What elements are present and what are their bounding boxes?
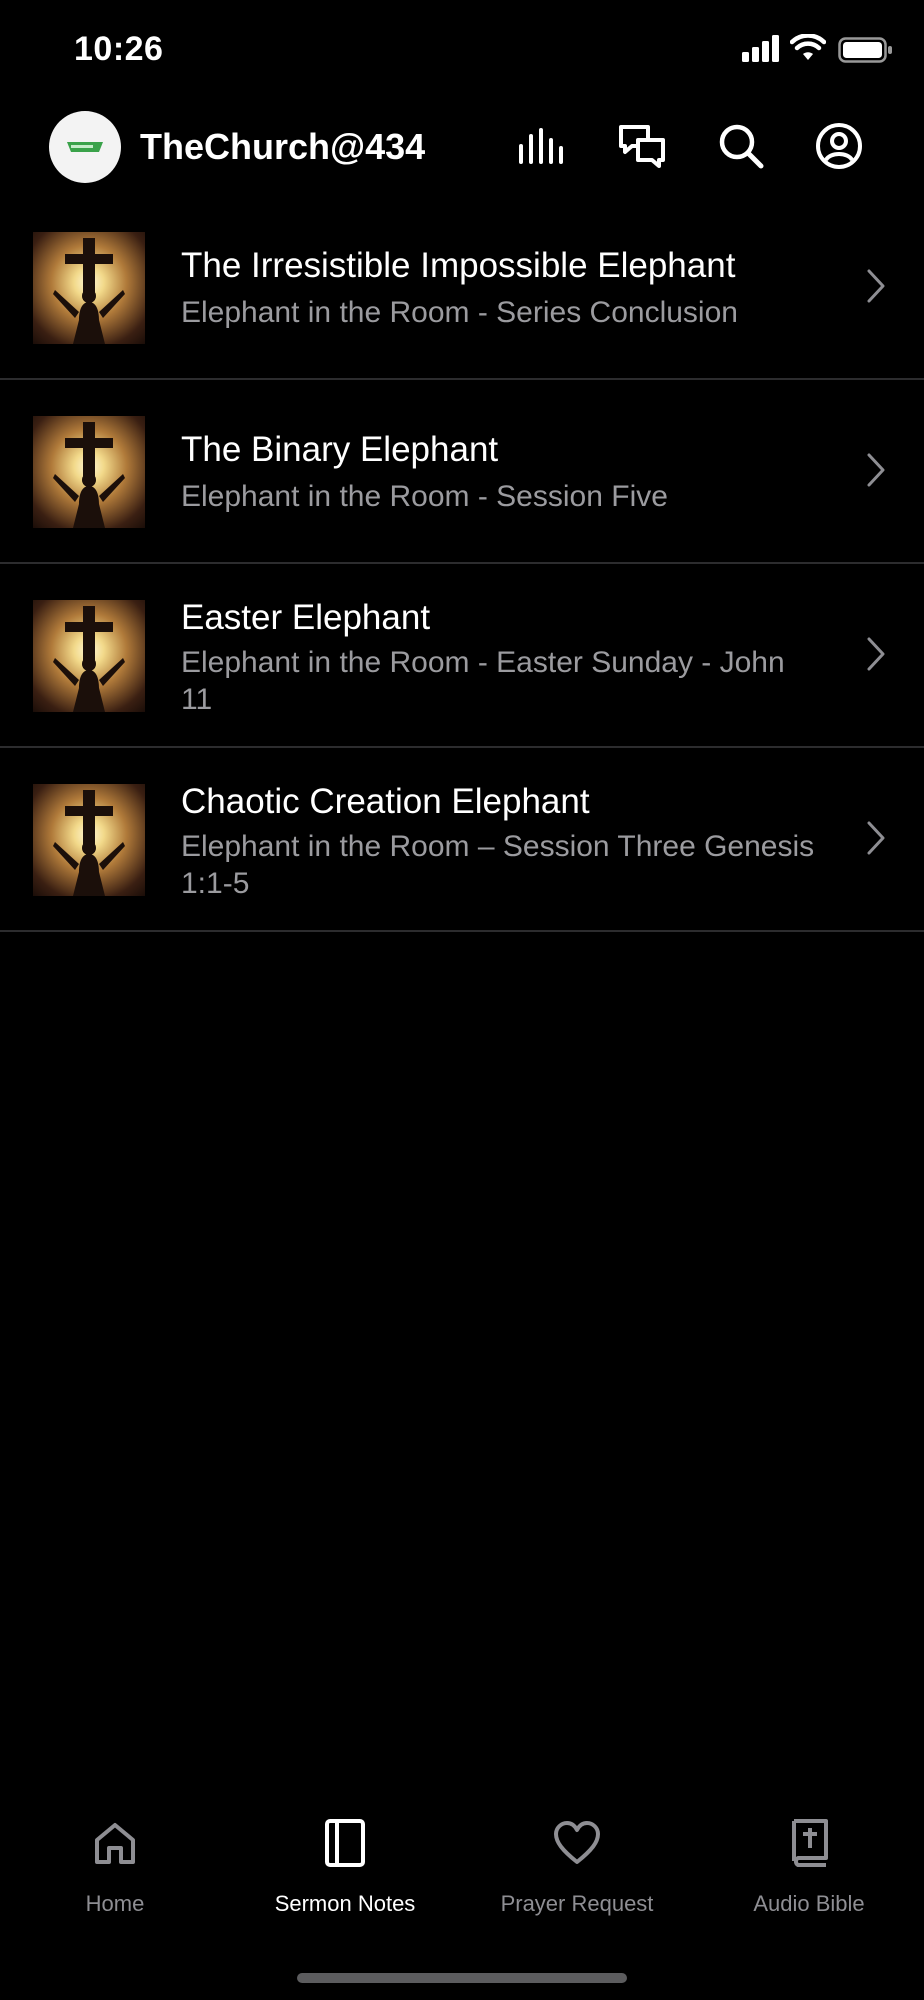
sermon-subtitle: Elephant in the Room - Easter Sunday - J…	[181, 646, 785, 716]
home-icon	[95, 1823, 135, 1864]
sermon-thumbnail	[33, 600, 145, 712]
wifi-icon	[790, 34, 826, 60]
chat-bubbles-icon	[619, 125, 665, 168]
sermon-thumbnail	[33, 784, 145, 896]
search-icon	[719, 124, 764, 169]
chevron-right-icon	[867, 269, 885, 303]
status-bar: 10:26	[0, 0, 924, 100]
sermon-row[interactable]: Easter Elephant Elephant in the Room - E…	[0, 564, 924, 748]
tab-prayer-request[interactable]: Prayer Request	[462, 1815, 692, 1917]
cross-worship-image	[53, 790, 125, 896]
app-header: TheChurch@434	[0, 108, 924, 188]
sermon-title: Chaotic Creation Elephant	[181, 782, 590, 821]
tab-sermon-notes-label: Sermon Notes	[274, 1891, 416, 1916]
sermon-thumbnail	[33, 232, 145, 344]
account-icon	[816, 123, 862, 169]
status-time: 10:26	[74, 30, 164, 68]
chevron-right-icon	[867, 821, 885, 855]
sermon-title: The Binary Elephant	[181, 430, 499, 469]
cross-worship-image	[53, 606, 125, 712]
sermon-row[interactable]: The Binary Elephant Elephant in the Room…	[0, 380, 924, 564]
chevron-right-icon	[867, 637, 885, 671]
cellular-signal-icon	[742, 35, 779, 62]
sermon-thumbnail	[33, 416, 145, 528]
sermon-subtitle: Elephant in the Room – Session Three Gen…	[181, 830, 815, 900]
sermon-subtitle: Elephant in the Room - Session Five	[181, 480, 668, 513]
audio-levels-button[interactable]	[515, 118, 571, 174]
home-indicator[interactable]	[297, 1973, 627, 1983]
tab-audio-bible-label: Audio Bible	[753, 1891, 865, 1916]
chat-button[interactable]	[614, 118, 670, 174]
heart-icon	[554, 1821, 600, 1864]
sermon-title: The Irresistible Impossible Elephant	[181, 246, 736, 285]
tab-home-label: Home	[85, 1891, 145, 1916]
sermon-subtitle: Elephant in the Room - Series Conclusion	[181, 296, 738, 329]
account-button[interactable]	[811, 118, 867, 174]
church-logo-icon	[67, 142, 103, 152]
church-logo-avatar[interactable]	[49, 111, 121, 183]
sermon-title: Easter Elephant	[181, 598, 431, 637]
tab-sermon-notes[interactable]: Sermon Notes	[230, 1815, 460, 1917]
chevron-right-icon	[867, 453, 885, 487]
search-button[interactable]	[713, 118, 769, 174]
bottom-tab-bar: Home Sermon Notes Prayer Request Audio B…	[0, 1815, 924, 1935]
bible-icon	[792, 1819, 828, 1867]
cross-worship-image	[53, 238, 125, 344]
tab-audio-bible[interactable]: Audio Bible	[694, 1815, 924, 1917]
battery-icon	[838, 37, 892, 63]
app-title: TheChurch@434	[140, 126, 426, 167]
sermon-row[interactable]: The Irresistible Impossible Elephant Ele…	[0, 196, 924, 380]
tab-prayer-request-label: Prayer Request	[500, 1891, 654, 1916]
notebook-icon	[325, 1819, 365, 1867]
sermon-row[interactable]: Chaotic Creation Elephant Elephant in th…	[0, 748, 924, 932]
cross-worship-image	[53, 422, 125, 528]
tab-home[interactable]: Home	[0, 1815, 230, 1917]
sermon-list: The Irresistible Impossible Elephant Ele…	[0, 196, 924, 932]
audio-levels-icon	[519, 128, 563, 164]
